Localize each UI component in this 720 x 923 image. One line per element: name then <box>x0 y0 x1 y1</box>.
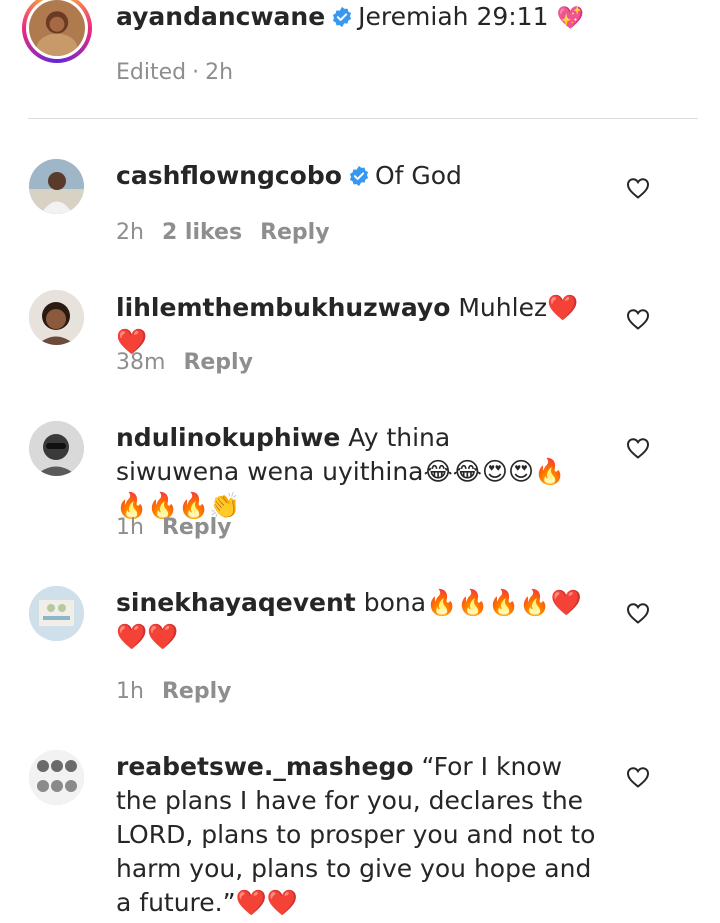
comment-body: Of God <box>374 161 462 190</box>
comment-avatar[interactable] <box>29 750 84 805</box>
comment-item: cashflowngcobo Of God 2h 2 likes Reply <box>0 159 720 279</box>
comment-meta: 1h Reply <box>116 677 249 707</box>
heart-outline-icon[interactable] <box>626 437 650 459</box>
caption-row: ayandancwane Jeremiah 29:11 💖 Edited · 2h <box>0 0 720 118</box>
comment-username[interactable]: lihlemthembukhuzwayo <box>116 293 450 322</box>
comment-text: ndulinokuphiwe Ay thina siwuwena wena uy… <box>116 421 576 523</box>
edited-label: Edited <box>116 60 187 85</box>
comment-item: ndulinokuphiwe Ay thina siwuwena wena uy… <box>0 421 720 561</box>
caption-username[interactable]: ayandancwane <box>116 2 325 31</box>
comment-meta: 1h Reply <box>116 513 249 543</box>
comment-text: reabetswe._mashego “For I know the plans… <box>116 750 596 920</box>
comment-username[interactable]: ndulinokuphiwe <box>116 423 340 452</box>
comment-avatar[interactable] <box>29 586 84 641</box>
divider <box>28 118 698 119</box>
heart-outline-icon[interactable] <box>626 766 650 788</box>
reply-button[interactable]: Reply <box>183 350 253 375</box>
heart-outline-icon[interactable] <box>626 177 650 199</box>
verified-badge-icon <box>333 6 352 28</box>
comment-avatar[interactable] <box>29 290 84 345</box>
comment-time: 1h <box>116 515 144 540</box>
comment-time: 2h <box>116 220 144 245</box>
caption-emoji: 💖 <box>556 6 584 31</box>
caption-text: ayandancwane Jeremiah 29:11 💖 <box>116 0 606 34</box>
comment-time: 1h <box>116 679 144 704</box>
comment-username[interactable]: sinekhayaqevent <box>116 588 356 617</box>
comment-username[interactable]: cashflowngcobo <box>116 161 342 190</box>
likes-count[interactable]: 2 likes <box>162 220 242 245</box>
verified-badge-icon <box>349 165 369 187</box>
caption-meta: Edited · 2h <box>116 58 251 88</box>
comment-text: cashflowngcobo Of God <box>116 159 606 193</box>
reply-button[interactable]: Reply <box>162 679 232 704</box>
comment-username[interactable]: reabetswe._mashego <box>116 752 414 781</box>
comment-text: sinekhayaqevent bona🔥🔥🔥🔥❤️❤️❤️ <box>116 586 586 654</box>
comment-avatar[interactable] <box>29 159 84 214</box>
comment-meta: 2h 2 likes Reply <box>116 218 348 248</box>
heart-outline-icon[interactable] <box>626 602 650 624</box>
comment-item: lihlemthembukhuzwayo Muhlez❤️❤️ 38m Reply <box>0 290 720 400</box>
heart-outline-icon[interactable] <box>626 308 650 330</box>
meta-separator: · <box>192 60 200 85</box>
comment-item: sinekhayaqevent bona🔥🔥🔥🔥❤️❤️❤️ 1h Reply <box>0 586 720 726</box>
reply-button[interactable]: Reply <box>260 220 330 245</box>
caption-avatar[interactable] <box>22 0 92 63</box>
comment-item: reabetswe._mashego “For I know the plans… <box>0 750 720 923</box>
caption-time: 2h <box>205 60 234 85</box>
reply-button[interactable]: Reply <box>162 515 232 540</box>
comment-time: 38m <box>116 350 166 375</box>
comment-avatar[interactable] <box>29 421 84 476</box>
caption-body: Jeremiah 29:11 <box>358 2 549 31</box>
comment-meta: 38m Reply <box>116 348 271 378</box>
